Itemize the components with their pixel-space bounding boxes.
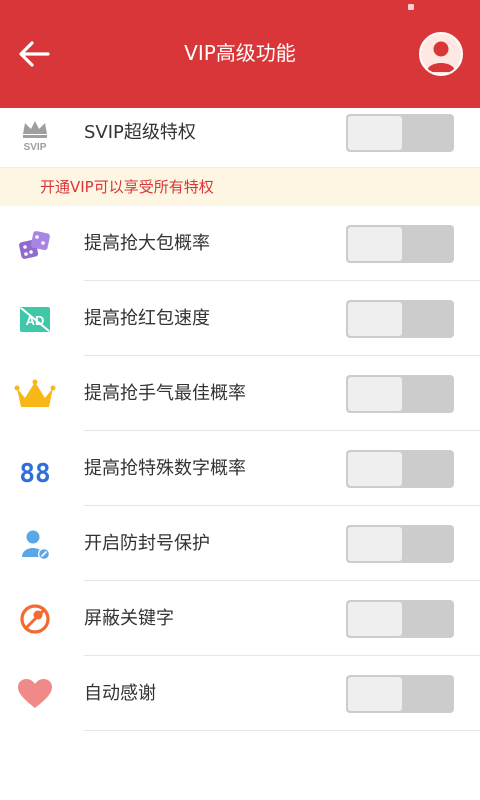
feature-toggle-speed[interactable]	[346, 300, 454, 338]
svip-toggle[interactable]	[346, 114, 454, 152]
status-indicator	[408, 4, 414, 10]
feature-row-anti-ban: 开启防封号保护	[0, 506, 480, 581]
ad-block-icon: AD	[20, 307, 50, 332]
feature-row-block-keywords: 屏蔽关键字	[0, 581, 480, 656]
svg-text:SVIP: SVIP	[24, 142, 47, 153]
digits-icon: 88	[19, 459, 50, 489]
feature-toggle-best-luck[interactable]	[346, 375, 454, 413]
feature-label: 屏蔽关键字	[84, 608, 174, 629]
svip-crown-icon: SVIP	[23, 121, 47, 153]
notice-text: 开通VIP可以享受所有特权	[40, 178, 214, 196]
toggle-knob	[348, 452, 402, 486]
feature-toggle-special-digits[interactable]	[346, 450, 454, 488]
feature-row-big-packet: 提高抢大包概率	[0, 206, 480, 281]
svip-row: SVIP SVIP超级特权	[0, 95, 480, 170]
dice-icon	[19, 231, 50, 259]
avatar[interactable]	[419, 32, 463, 76]
feature-row-speed: AD 提高抢红包速度	[0, 281, 480, 356]
toggle-knob	[348, 377, 402, 411]
feature-label: 开启防封号保护	[84, 533, 210, 554]
feature-label: 提高抢大包概率	[84, 233, 210, 254]
feature-row-best-luck: 提高抢手气最佳概率	[0, 356, 480, 431]
feature-label: 自动感谢	[84, 683, 156, 704]
toggle-knob	[348, 302, 402, 336]
feature-row-special-digits: 88 提高抢特殊数字概率	[0, 431, 480, 506]
blocked-keyword-icon	[20, 604, 50, 634]
toggle-knob	[348, 527, 402, 561]
toggle-knob	[348, 677, 402, 711]
svg-text:88: 88	[19, 459, 50, 489]
user-avatar-icon	[427, 41, 455, 72]
heart-icon	[18, 679, 52, 708]
toggle-knob	[348, 227, 402, 261]
toggle-knob	[348, 602, 402, 636]
top-bar: VIP高级功能	[0, 0, 480, 108]
feature-label: 提高抢特殊数字概率	[84, 458, 246, 479]
toggle-knob	[348, 116, 402, 150]
feature-toggle-block-keywords[interactable]	[346, 600, 454, 638]
feature-label: 提高抢红包速度	[84, 308, 210, 329]
svip-label: SVIP超级特权	[84, 122, 196, 143]
feature-toggle-auto-thanks[interactable]	[346, 675, 454, 713]
vip-notice: 开通VIP可以享受所有特权	[0, 168, 480, 206]
feature-toggle-big-packet[interactable]	[346, 225, 454, 263]
user-shield-icon	[22, 530, 50, 560]
feature-label: 提高抢手气最佳概率	[84, 383, 246, 404]
page-title: VIP高级功能	[184, 41, 296, 65]
feature-row-auto-thanks: 自动感谢	[0, 656, 480, 731]
feature-toggle-anti-ban[interactable]	[346, 525, 454, 563]
divider	[84, 730, 480, 731]
crown-icon	[14, 379, 56, 407]
